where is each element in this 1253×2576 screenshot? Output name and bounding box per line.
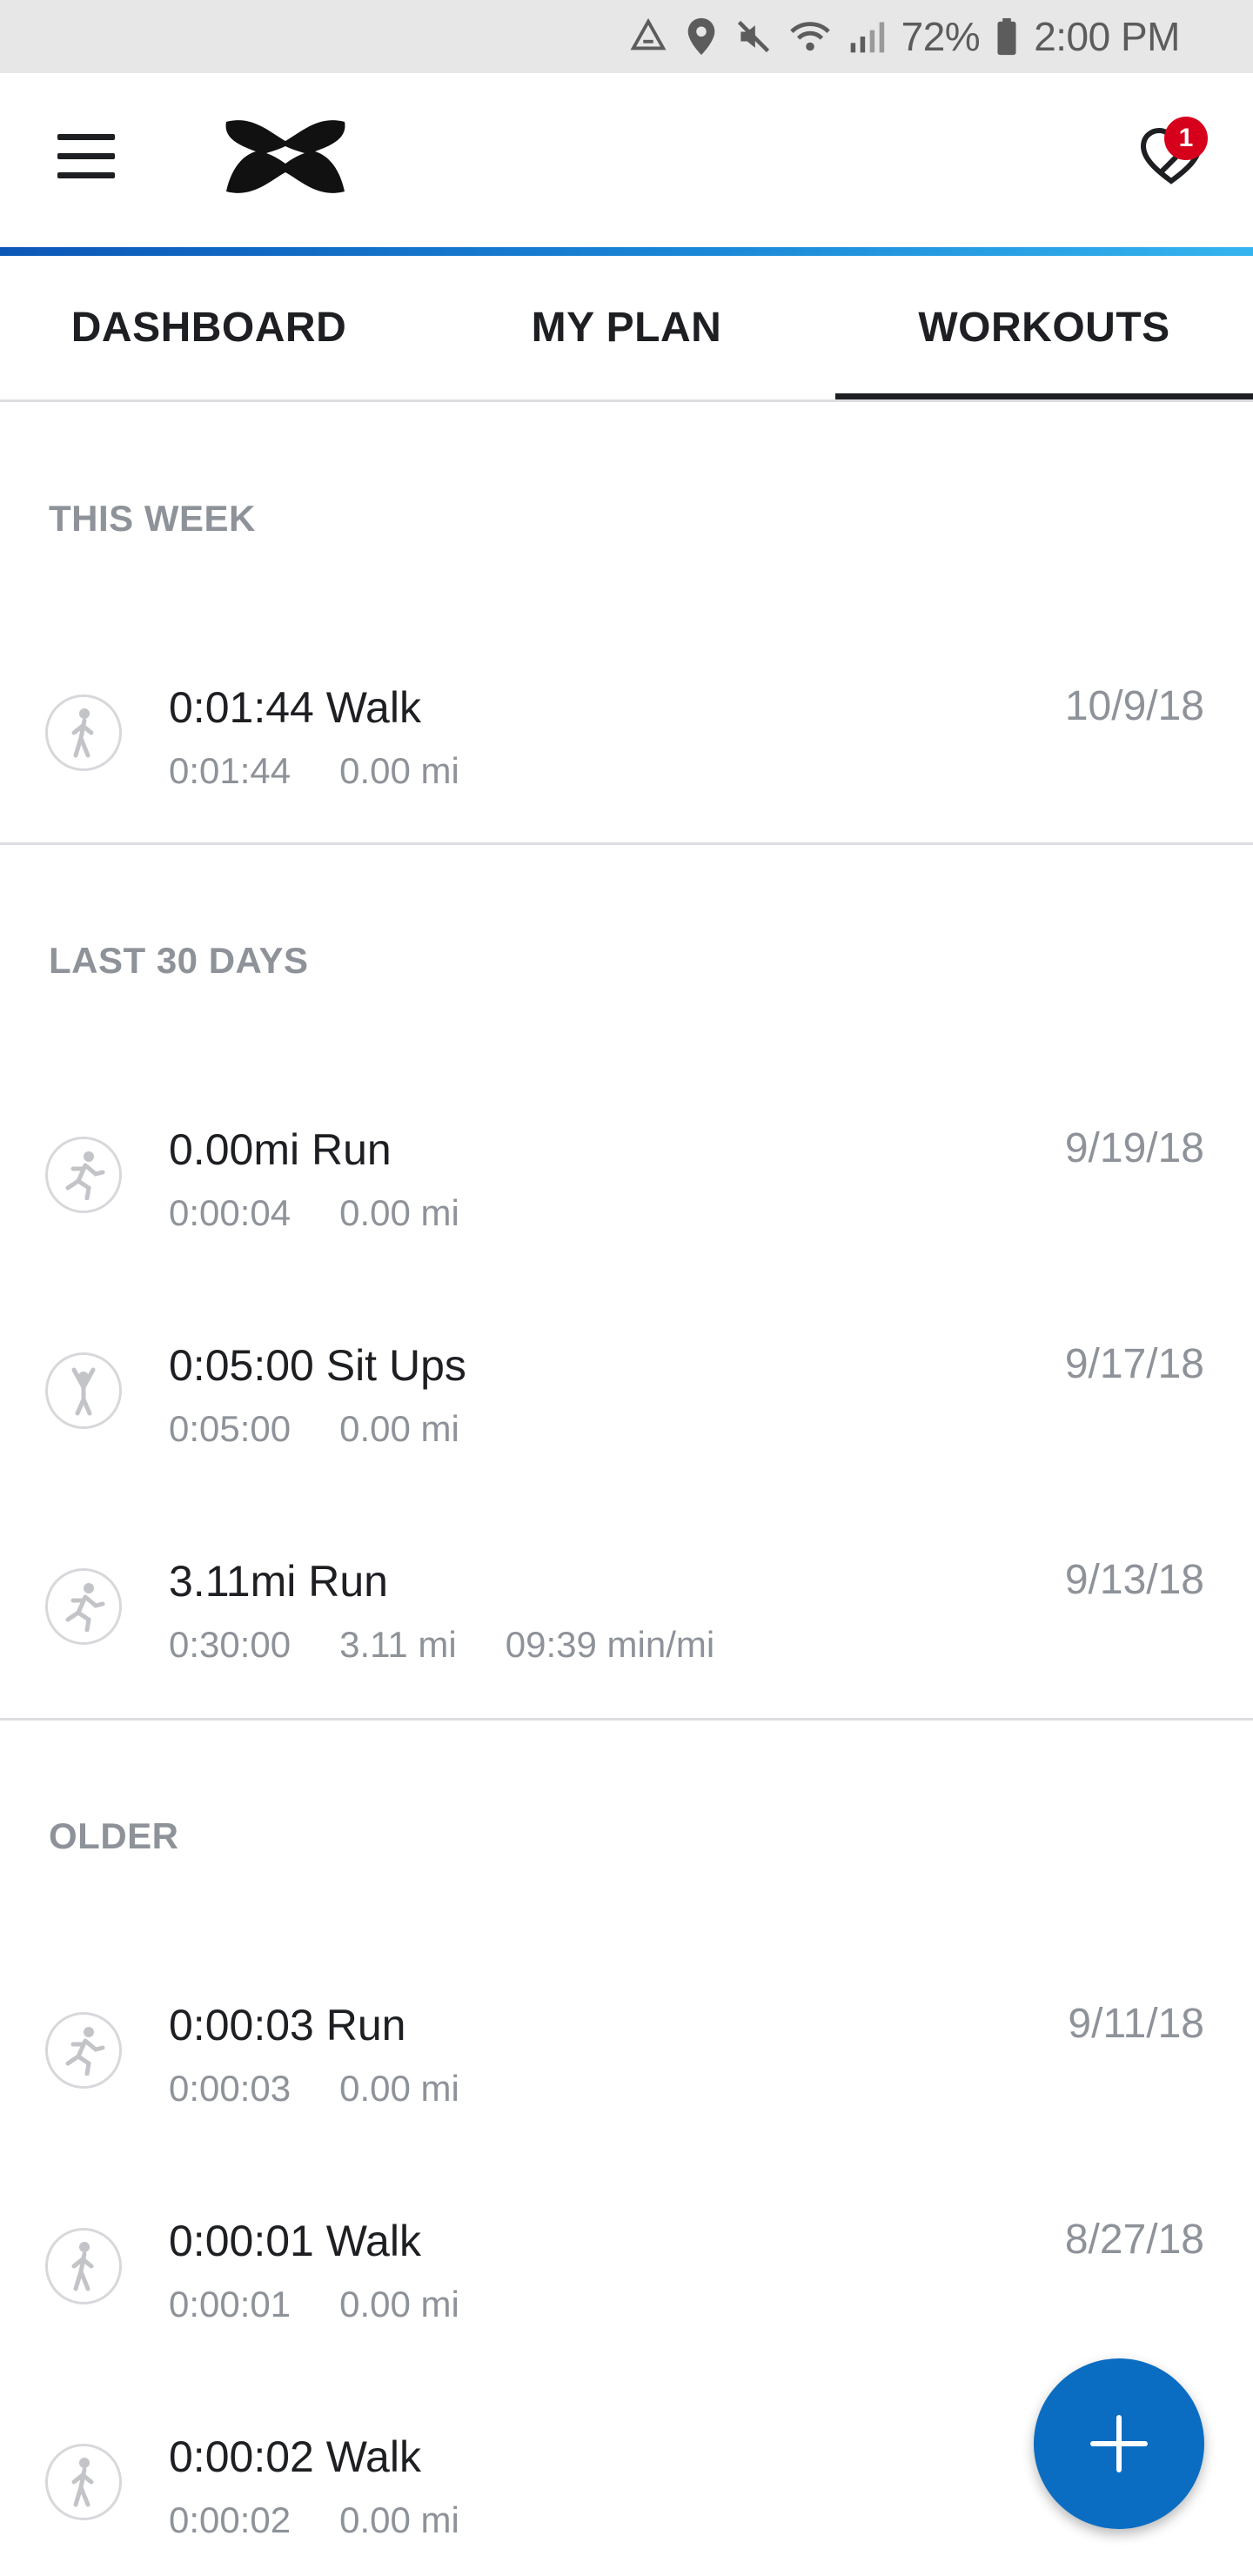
workout-duration: 0:00:01 (169, 2284, 291, 2324)
workout-date: 10/9/18 (1064, 683, 1204, 729)
notification-badge: 1 (1164, 117, 1208, 160)
workout-duration: 0:00:03 (169, 2068, 291, 2109)
workout-stats: 0:01:44 0.00 mi (169, 750, 508, 792)
workout-distance: 0.00 mi (339, 2068, 459, 2109)
workout-distance: 0.00 mi (339, 1192, 459, 1233)
tab-bar: DASHBOARD MY PLAN WORKOUTS (0, 256, 1253, 402)
clock: 2:00 PM (1034, 14, 1180, 59)
location-icon (687, 17, 714, 56)
status-icons: 72% 2:00 PM (628, 0, 1180, 73)
workout-duration: 0:00:04 (169, 1192, 291, 1233)
tab-my-plan[interactable]: MY PLAN (418, 256, 835, 399)
workout-stats: 0:00:01 0.00 mi (169, 2284, 508, 2325)
workout-distance: 0.00 mi (339, 1408, 459, 1449)
workout-stats: 0:05:00 0.00 mi (169, 1408, 508, 1450)
workout-title: 0:05:00 Sit Ups (169, 1341, 466, 1390)
workout-pace: 09:39 min/mi (505, 1624, 715, 1665)
workout-distance: 3.11 mi (339, 1624, 457, 1665)
section-title-older: OLDER (49, 1815, 179, 1856)
workout-date: 9/17/18 (1064, 1341, 1204, 1387)
workout-row[interactable]: 0:00:01 Walk 8/27/18 0:00:01 0.00 mi (0, 2216, 1253, 2355)
workout-stats: 0:00:04 0.00 mi (169, 1192, 508, 1234)
workout-stats: 0:00:03 0.00 mi (169, 2068, 508, 2110)
workout-date: 9/19/18 (1064, 1125, 1204, 1171)
battery-percent: 72% (901, 14, 981, 59)
workout-row[interactable]: 0:00:03 Run 9/11/18 0:00:03 0.00 mi (0, 2000, 1253, 2139)
app-bar: 1 (0, 73, 1253, 247)
run-icon (45, 2012, 122, 2089)
tab-dashboard[interactable]: DASHBOARD (0, 256, 418, 399)
data-saver-icon (630, 17, 667, 50)
plus-icon (1090, 2415, 1148, 2472)
section-title-last-30-days: LAST 30 DAYS (49, 940, 309, 981)
run-icon (45, 1137, 122, 1213)
walk-icon (45, 694, 122, 771)
signal-icon (850, 22, 884, 53)
walk-icon (45, 2444, 122, 2520)
workout-duration: 0:30:00 (169, 1624, 291, 1665)
workout-title: 0:01:44 Walk (169, 683, 421, 732)
workout-stats: 0:00:02 0.00 mi (169, 2499, 508, 2541)
workout-row[interactable]: 0:05:00 Sit Ups 9/17/18 0:05:00 0.00 mi (0, 1340, 1253, 1479)
run-icon (45, 1568, 122, 1645)
tab-workouts[interactable]: WORKOUTS (835, 256, 1253, 399)
mute-icon (737, 20, 769, 53)
workout-title: 3.11mi Run (169, 1557, 388, 1606)
workout-title: 0.00mi Run (169, 1125, 392, 1174)
workout-title: 0:00:01 Walk (169, 2217, 421, 2265)
workout-distance: 0.00 mi (339, 750, 459, 791)
menu-icon[interactable] (57, 134, 115, 179)
header-accent-bar (0, 247, 1253, 256)
section-title-this-week: THIS WEEK (49, 498, 256, 539)
workout-date: 9/11/18 (1068, 2001, 1204, 2047)
under-armour-logo[interactable] (218, 113, 353, 200)
workout-row[interactable]: 0.00mi Run 9/19/18 0:00:04 0.00 mi (0, 1124, 1253, 1264)
add-workout-button[interactable] (1034, 2358, 1204, 2529)
active-tab-indicator (835, 393, 1253, 399)
sit-ups-icon (45, 1352, 122, 1429)
workout-title: 0:00:02 Walk (169, 2432, 421, 2481)
walk-icon (45, 2228, 122, 2304)
workout-row[interactable]: 3.11mi Run 9/13/18 0:30:00 3.11 mi 09:39 m… (0, 1556, 1253, 1695)
workout-distance: 0.00 mi (339, 2284, 459, 2324)
workout-date: 9/13/18 (1064, 1557, 1204, 1603)
section-divider (0, 1718, 1253, 1721)
battery-icon (997, 17, 1016, 56)
section-divider (0, 842, 1253, 845)
status-bar: 72% 2:00 PM (0, 0, 1253, 73)
wifi-icon (789, 22, 830, 51)
workout-duration: 0:01:44 (169, 750, 291, 791)
workout-row[interactable]: 0:01:44 Walk 10/9/18 0:01:44 0.00 mi (0, 682, 1253, 822)
workout-title: 0:00:03 Run (169, 2001, 406, 2049)
workout-date: 8/27/18 (1064, 2217, 1204, 2263)
workout-stats: 0:30:00 3.11 mi 09:39 min/mi (169, 1624, 763, 1666)
workout-duration: 0:05:00 (169, 1408, 291, 1449)
workout-duration: 0:00:02 (169, 2499, 291, 2540)
workout-distance: 0.00 mi (339, 2499, 459, 2540)
